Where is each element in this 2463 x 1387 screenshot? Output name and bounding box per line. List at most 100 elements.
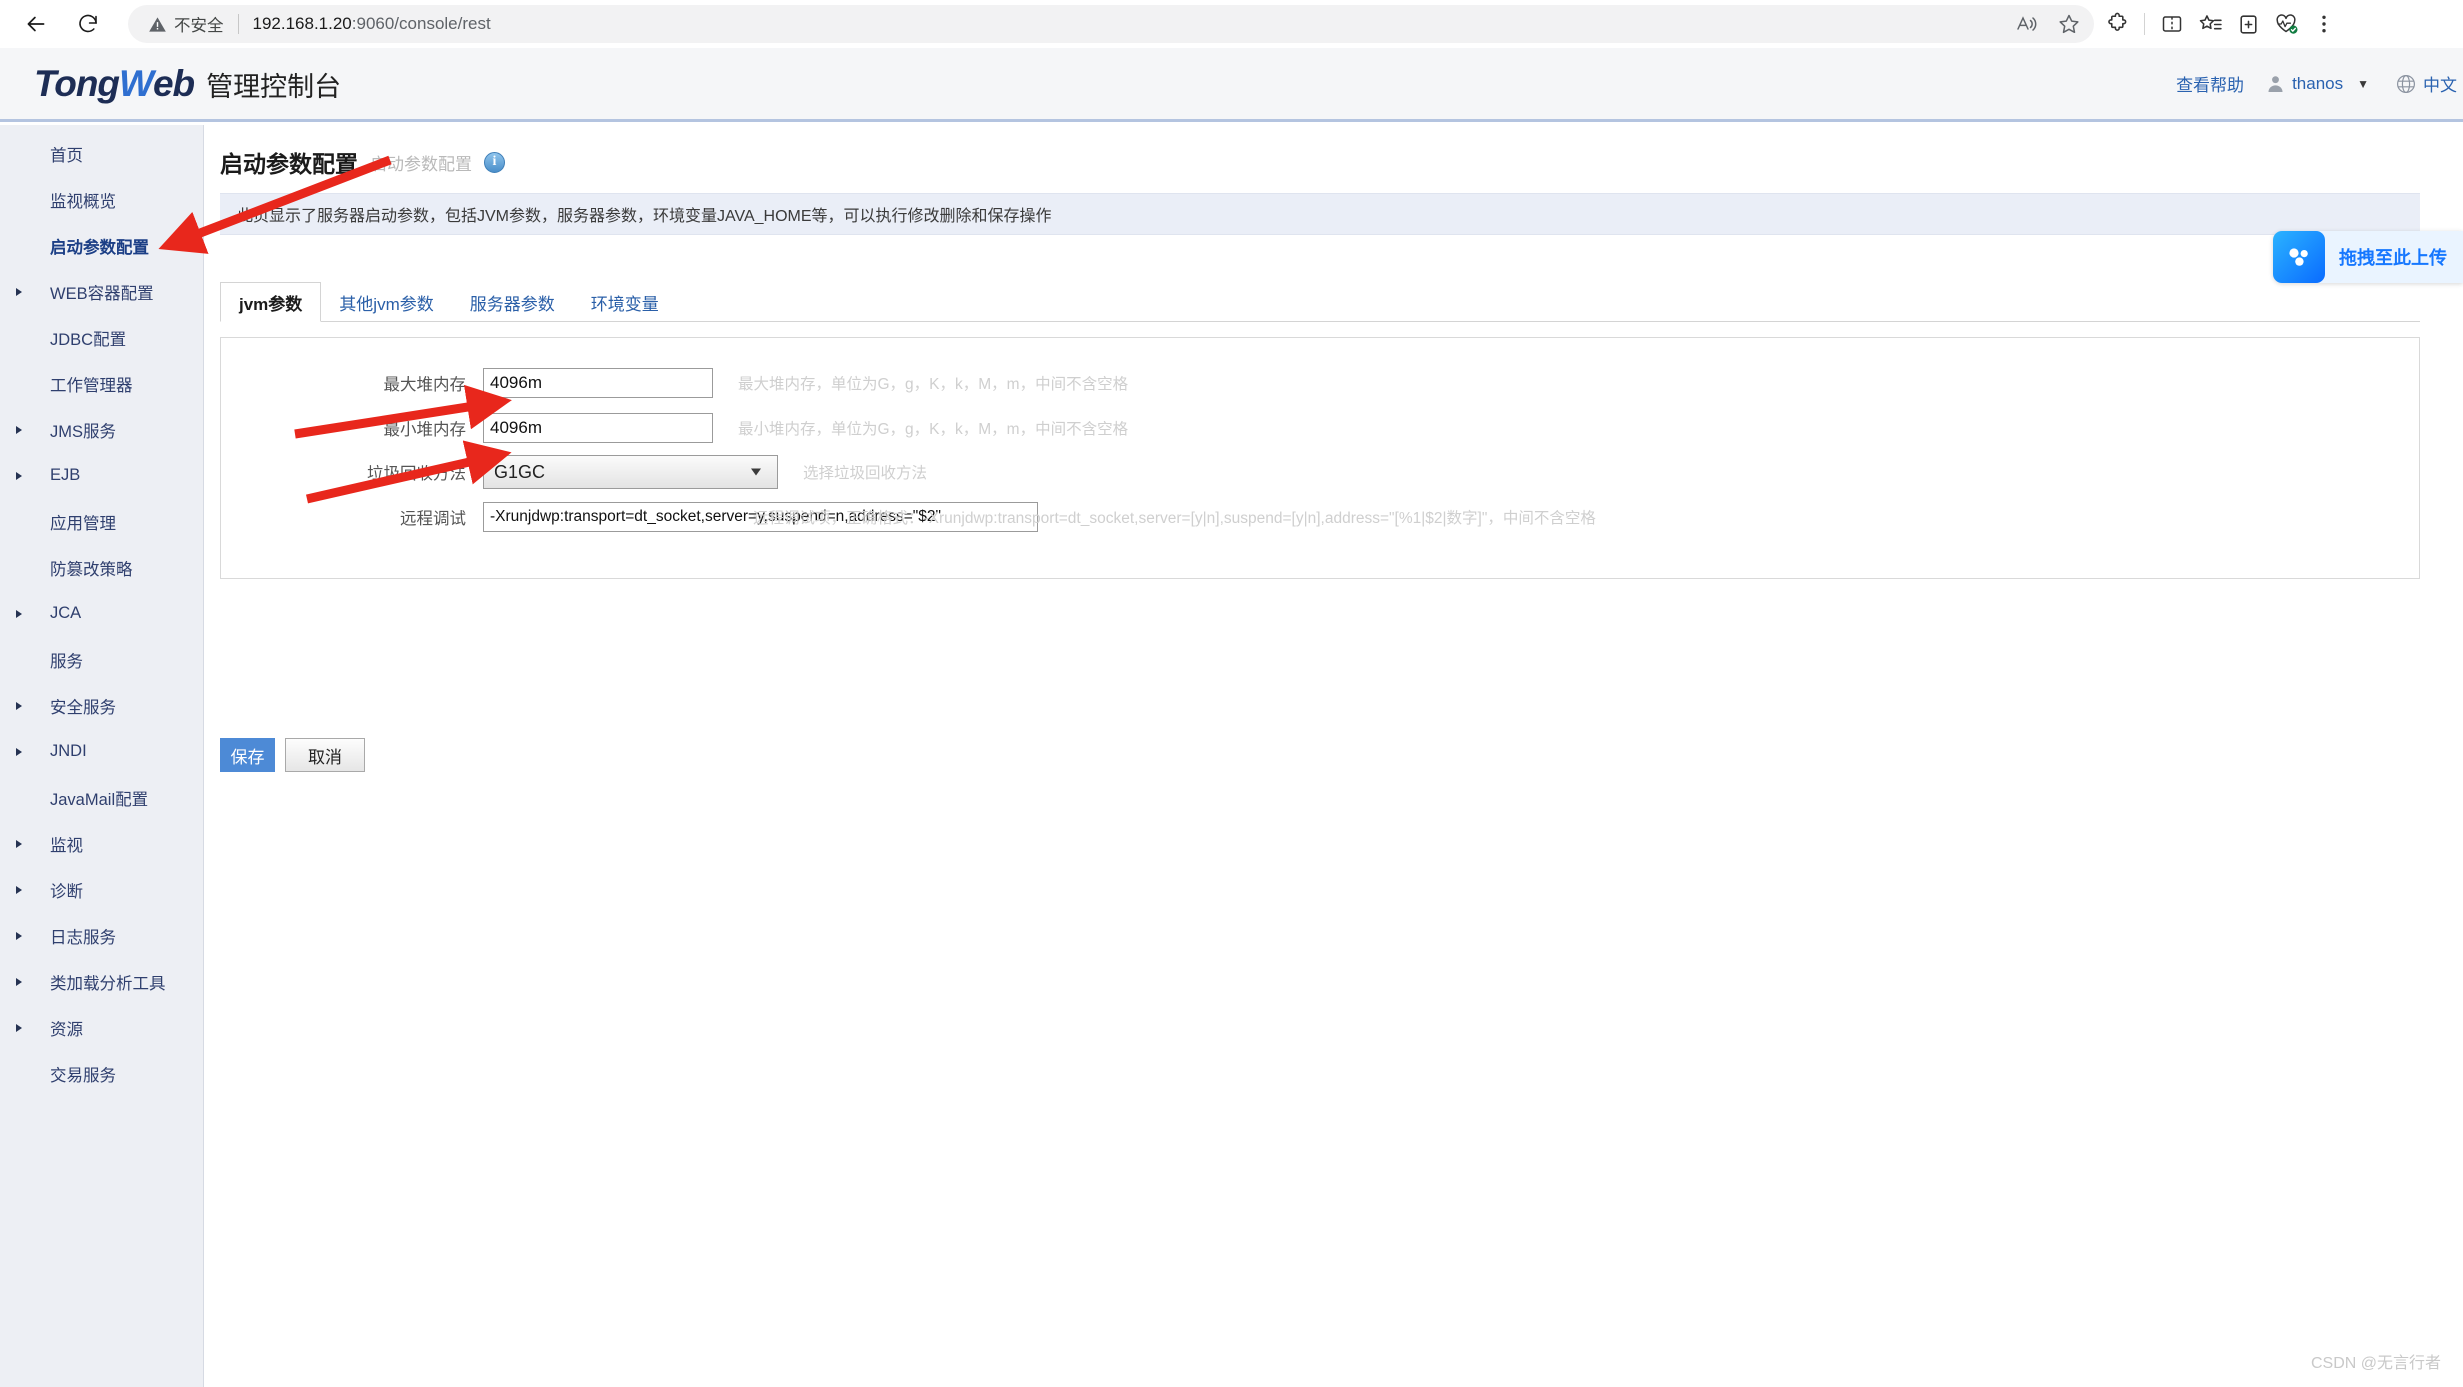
reload-button[interactable] bbox=[66, 2, 110, 46]
sidebar-item[interactable]: JDBC配置 bbox=[0, 323, 126, 352]
url-host: 192.168.1.20 bbox=[252, 14, 352, 33]
reload-icon bbox=[79, 14, 97, 33]
split-screen-icon bbox=[2162, 16, 2182, 32]
chevron-right-icon[interactable] bbox=[16, 471, 22, 480]
main-content: 启动参数配置 启动参数配置 i 此页显示了服务器启动参数，包括JVM参数，服务器… bbox=[205, 125, 2463, 1387]
min-heap-label: 最小堆内存 bbox=[383, 421, 467, 439]
security-status[interactable]: 不安全 bbox=[148, 12, 224, 36]
sidebar-item[interactable]: 首页 bbox=[0, 139, 83, 168]
form-row-min-heap: 最小堆内存 最小堆内存，单位为G，g，K，k，M，m，中间不含空格 bbox=[221, 411, 2419, 445]
watermark: CSDN @无言行者 bbox=[2310, 1355, 2441, 1372]
chevron-right-icon[interactable] bbox=[16, 747, 22, 756]
brand-w: W bbox=[119, 62, 154, 104]
sidebar-item[interactable]: 交易服务 bbox=[0, 1059, 116, 1088]
avatar bbox=[2266, 74, 2285, 93]
sidebar-item[interactable]: JavaMail配置 bbox=[0, 783, 148, 812]
upload-drop-widget[interactable]: 拖拽至此上传 bbox=[2273, 231, 2463, 283]
sidebar: 首页监视概览启动参数配置 WEB容器配置 JDBC配置工作管理器 JMS服务 EJB 应用… bbox=[0, 125, 204, 1387]
sidebar-item-label: 监视 bbox=[50, 836, 83, 855]
chevron-right-icon[interactable] bbox=[16, 931, 22, 940]
brand-console-label: 管理控制台 bbox=[206, 71, 342, 102]
tab-item[interactable]: 服务器参数 bbox=[452, 282, 573, 322]
chevron-right-icon[interactable] bbox=[16, 885, 22, 894]
sidebar-item-label: EJB bbox=[50, 466, 81, 484]
chevron-right-icon[interactable] bbox=[16, 609, 22, 618]
gc-method-select[interactable]: G1GC bbox=[483, 455, 778, 489]
favorite-star-icon bbox=[2059, 14, 2079, 34]
split-screen-button[interactable] bbox=[2153, 5, 2191, 43]
sidebar-item[interactable]: 安全服务 bbox=[0, 691, 116, 720]
cancel-button[interactable]: 取消 bbox=[285, 738, 365, 772]
sidebar-item[interactable]: 类加载分析工具 bbox=[0, 967, 166, 996]
help-link[interactable]: 查看帮助 bbox=[2176, 71, 2244, 96]
sidebar-item-label: JavaMail配置 bbox=[50, 790, 149, 809]
read-aloud-button[interactable] bbox=[2008, 5, 2046, 43]
sidebar-item-label: 首页 bbox=[50, 146, 83, 165]
chevron-right-icon[interactable] bbox=[16, 425, 22, 434]
chevron-right-icon[interactable] bbox=[16, 287, 22, 296]
sidebar-item[interactable]: 服务 bbox=[0, 645, 83, 674]
baidu-netdisk-icon bbox=[2273, 231, 2325, 283]
tab-item[interactable]: jvm参数 bbox=[220, 282, 322, 322]
sidebar-item[interactable]: 监视概览 bbox=[0, 185, 116, 214]
sidebar-item[interactable]: WEB容器配置 bbox=[0, 277, 154, 306]
chevron-down-icon[interactable]: ▼ bbox=[2357, 77, 2369, 91]
sidebar-item-label: 安全服务 bbox=[50, 698, 116, 717]
sidebar-item[interactable]: 防篡改策略 bbox=[0, 553, 133, 582]
chevron-right-icon[interactable] bbox=[16, 977, 22, 986]
sidebar-item[interactable]: 工作管理器 bbox=[0, 369, 133, 398]
browser-toolbar: 不安全 192.168.1.20:9060/console/rest bbox=[0, 0, 2463, 48]
toolbar-divider bbox=[2144, 13, 2145, 35]
language-label[interactable]: 中文 bbox=[2423, 71, 2457, 96]
user-avatar-icon bbox=[2268, 76, 2283, 93]
address-bar-actions bbox=[2008, 5, 2088, 43]
brand-logo: Tong Web 管理控制台 bbox=[34, 63, 341, 105]
page-title: 启动参数配置 bbox=[220, 151, 358, 177]
sidebar-item-label: JDBC配置 bbox=[50, 330, 127, 349]
sidebar-item[interactable]: JCA bbox=[0, 599, 81, 628]
browser-essentials-button[interactable] bbox=[2267, 5, 2305, 43]
tab-item[interactable]: 其他jvm参数 bbox=[321, 282, 451, 322]
gc-method-hint: 选择垃圾回收方法 bbox=[803, 465, 928, 482]
globe-icon[interactable] bbox=[2395, 73, 2417, 95]
address-divider bbox=[237, 14, 239, 34]
sidebar-item[interactable]: JMS服务 bbox=[0, 415, 116, 444]
sidebar-item-label: JNDI bbox=[50, 742, 87, 760]
info-circle-icon[interactable]: i bbox=[484, 151, 505, 173]
form-row-gc-method: 垃圾回收方法 G1GC 选择垃圾回收方法 bbox=[221, 455, 2419, 489]
min-heap-input[interactable] bbox=[483, 413, 713, 443]
add-tab-to-collection-icon bbox=[2239, 14, 2257, 34]
user-name[interactable]: thanos bbox=[2292, 74, 2343, 94]
sidebar-item[interactable]: EJB bbox=[0, 461, 80, 490]
favorite-button[interactable] bbox=[2050, 5, 2088, 43]
address-bar[interactable]: 不安全 192.168.1.20:9060/console/rest bbox=[128, 5, 2094, 43]
sidebar-item[interactable]: 诊断 bbox=[0, 875, 83, 904]
chevron-right-icon[interactable] bbox=[16, 1023, 22, 1032]
max-heap-input[interactable] bbox=[483, 368, 713, 398]
chevron-right-icon[interactable] bbox=[16, 839, 22, 848]
gc-method-value: G1GC bbox=[494, 461, 546, 482]
sidebar-item[interactable]: 资源 bbox=[0, 1013, 83, 1042]
extensions-button[interactable] bbox=[2098, 5, 2136, 43]
sidebar-item[interactable]: 应用管理 bbox=[0, 507, 116, 536]
tab-item[interactable]: 环境变量 bbox=[573, 282, 677, 322]
chevron-right-icon[interactable] bbox=[16, 701, 22, 710]
add-tab-to-collection-button[interactable] bbox=[2229, 5, 2267, 43]
browser-essentials-heart-icon bbox=[2276, 14, 2298, 34]
settings-more-button[interactable] bbox=[2305, 5, 2343, 43]
sidebar-item[interactable]: 日志服务 bbox=[0, 921, 116, 950]
browser-actions bbox=[2098, 0, 2343, 48]
collections-button[interactable] bbox=[2191, 5, 2229, 43]
collections-star-list-icon bbox=[2199, 14, 2222, 29]
tab-bar: jvm参数 其他jvm参数 服务器参数 环境变量 bbox=[220, 282, 2420, 322]
sidebar-item[interactable]: 启动参数配置 bbox=[0, 231, 149, 260]
sidebar-item-label: 交易服务 bbox=[50, 1066, 116, 1085]
url-text[interactable]: 192.168.1.20:9060/console/rest bbox=[253, 14, 2087, 34]
chevron-down-icon bbox=[751, 468, 761, 476]
sidebar-item-label: 服务 bbox=[50, 652, 83, 671]
min-heap-hint: 最小堆内存，单位为G，g，K，k，M，m，中间不含空格 bbox=[738, 421, 1129, 438]
sidebar-item[interactable]: 监视 bbox=[0, 829, 83, 858]
back-button[interactable] bbox=[14, 2, 58, 46]
sidebar-item[interactable]: JNDI bbox=[0, 737, 87, 766]
save-button[interactable]: 保存 bbox=[220, 738, 275, 772]
